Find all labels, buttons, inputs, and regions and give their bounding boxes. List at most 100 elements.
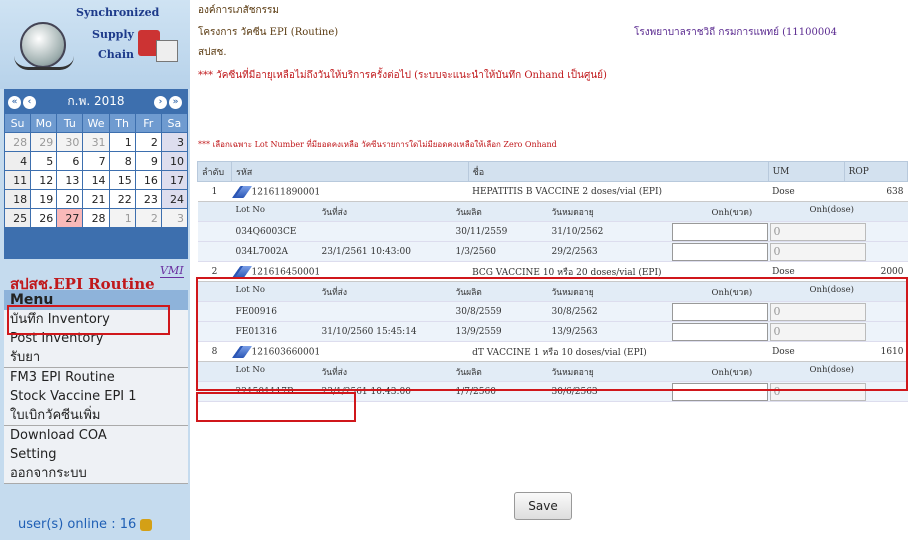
calendar-day[interactable]: 6 [56,151,84,171]
calendar-day[interactable]: 20 [56,189,84,209]
calendar-day[interactable]: 13 [56,170,84,190]
menu-item-download-coa[interactable]: Download COA [4,426,188,445]
lot-col-header: วันที่ส่ง [321,287,348,298]
onhand-vial-input[interactable] [671,242,768,261]
lot-col-header: วันผลิต [455,207,482,218]
calendar-day[interactable]: 17 [160,170,189,190]
calendar-day[interactable]: 14 [82,170,110,190]
calendar-day[interactable]: 12 [30,170,58,190]
next-year-icon[interactable]: » [168,96,182,109]
item-code[interactable]: 121616450001 [252,267,321,277]
calendar-day[interactable]: 10 [160,151,189,171]
column-header: รหัส [231,161,469,182]
online-users-text: user(s) online : 16 [18,517,137,532]
lot-mfg-date: 13/9/2559 [455,326,502,337]
lot-row: 034L7002A 23/1/2561 10:43:00 1/3/2560 29… [197,241,908,262]
next-month-icon[interactable]: › [153,96,167,109]
menu-item-logout[interactable]: ออกจากระบบ [4,464,188,483]
calendar-day[interactable]: 2 [134,208,162,228]
prev-year-icon[interactable]: « [8,96,21,109]
onhand-vial-input[interactable] [671,302,768,321]
prev-month-icon[interactable]: ‹ [23,96,36,109]
lot-exp-date: 30/6/2563 [551,386,598,397]
onhand-vial-input[interactable] [671,222,768,241]
menu-item-stock-vaccine[interactable]: Stock Vaccine EPI 1 [4,387,188,406]
calendar: «‹ ก.พ. 2018 ›» Su Mo Tu We Th Fr Sa 28 29 30 31 1 2… [3,89,189,259]
calendar-day[interactable]: 8 [108,151,136,171]
users-icon [140,518,153,531]
lot-col-header: วันหมดอายุ [551,367,594,378]
dow-label: Mo [30,113,58,133]
logo-line3: Chain [98,48,135,60]
calendar-day[interactable]: 26 [30,208,58,228]
column-header: ลำดับ [197,161,232,182]
calendar-day[interactable]: 4 [3,151,32,171]
lot-row: 034Q6003CE 30/11/2559 31/10/2562 0 [197,221,908,242]
calendar-day[interactable]: 27 [56,208,84,228]
item-code[interactable]: 121611890001 [252,187,321,197]
calendar-day[interactable]: 23 [134,189,162,209]
lot-col-header: วันที่ส่ง [321,207,348,218]
calendar-month: ก.พ. 2018 [67,93,125,108]
calendar-day[interactable]: 24 [160,189,189,209]
dow-label: Tu [56,113,84,133]
edit-icon[interactable] [231,345,252,358]
onhand-vial-input[interactable] [671,382,768,401]
lot-no: 221501117B [235,386,294,397]
calendar-day[interactable]: 2 [134,132,162,152]
lot-ship-date: 31/10/2560 15:45:14 [321,326,417,337]
dow-label: We [82,113,110,133]
calendar-day[interactable]: 29 [30,132,58,152]
logo-line1: Synchronized [76,6,160,19]
onhand-dose-field[interactable]: 0 [769,242,866,261]
lot-row: FE00916 30/8/2559 30/8/2562 0 [197,301,908,322]
edit-icon[interactable] [231,265,252,278]
menu-item-requisition[interactable]: ใบเบิกวัคซีนเพิ่ม [4,406,188,425]
lot-col-header: Lot No [235,364,265,375]
item-no: 2 [197,261,232,282]
item-code[interactable]: 121603660001 [252,347,321,357]
project-name: โครงการ วัคซีน EPI (Routine) [198,27,339,38]
lot-col-header: Onh(dose) [809,364,855,375]
menu-item-receive-drug[interactable]: รับยา [4,348,188,367]
dow-label: Sa [160,113,189,133]
document-icon [156,40,178,62]
lot-no: FE00916 [235,306,277,317]
onhand-dose-field[interactable]: 0 [769,322,866,341]
edit-icon[interactable] [231,185,252,198]
calendar-day[interactable]: 31 [82,132,110,152]
lot-col-header: Onh(ขวด) [711,287,753,298]
onhand-dose-field[interactable]: 0 [769,302,866,321]
save-button[interactable]: Save [514,492,572,520]
calendar-day[interactable]: 21 [82,189,110,209]
menu-item-post-inventory[interactable]: Post Inventory [4,329,188,348]
calendar-day[interactable]: 15 [108,170,136,190]
calendar-day[interactable]: 3 [160,208,189,228]
menu-item-setting[interactable]: Setting [4,445,188,464]
calendar-day[interactable]: 30 [56,132,84,152]
calendar-day[interactable]: 11 [3,170,32,190]
calendar-day[interactable]: 28 [3,132,32,152]
calendar-day[interactable]: 7 [82,151,110,171]
onhand-dose-field[interactable]: 0 [769,382,866,401]
item-um: Dose [768,181,845,202]
onhand-vial-input[interactable] [671,322,768,341]
calendar-day[interactable]: 22 [108,189,136,209]
lot-col-header: Lot No [235,284,265,295]
menu-item-save-inventory[interactable]: บันทึก Inventory [4,310,188,329]
lot-note: *** เลือกเฉพาะ Lot Number ที่มียอดคงเหลื… [198,140,557,149]
onhand-dose-field[interactable]: 0 [769,222,866,241]
calendar-day[interactable]: 16 [134,170,162,190]
calendar-day[interactable]: 25 [3,208,32,228]
calendar-day[interactable]: 1 [108,208,136,228]
calendar-day[interactable]: 9 [134,151,162,171]
lot-mfg-date: 1/3/2560 [455,246,496,257]
calendar-day[interactable]: 28 [82,208,110,228]
calendar-day[interactable]: 19 [30,189,58,209]
lot-exp-date: 31/10/2562 [551,226,604,237]
calendar-day[interactable]: 3 [160,132,189,152]
menu-item-fm3[interactable]: FM3 EPI Routine [4,368,188,387]
calendar-day[interactable]: 18 [3,189,32,209]
calendar-day[interactable]: 1 [108,132,136,152]
calendar-day[interactable]: 5 [30,151,58,171]
